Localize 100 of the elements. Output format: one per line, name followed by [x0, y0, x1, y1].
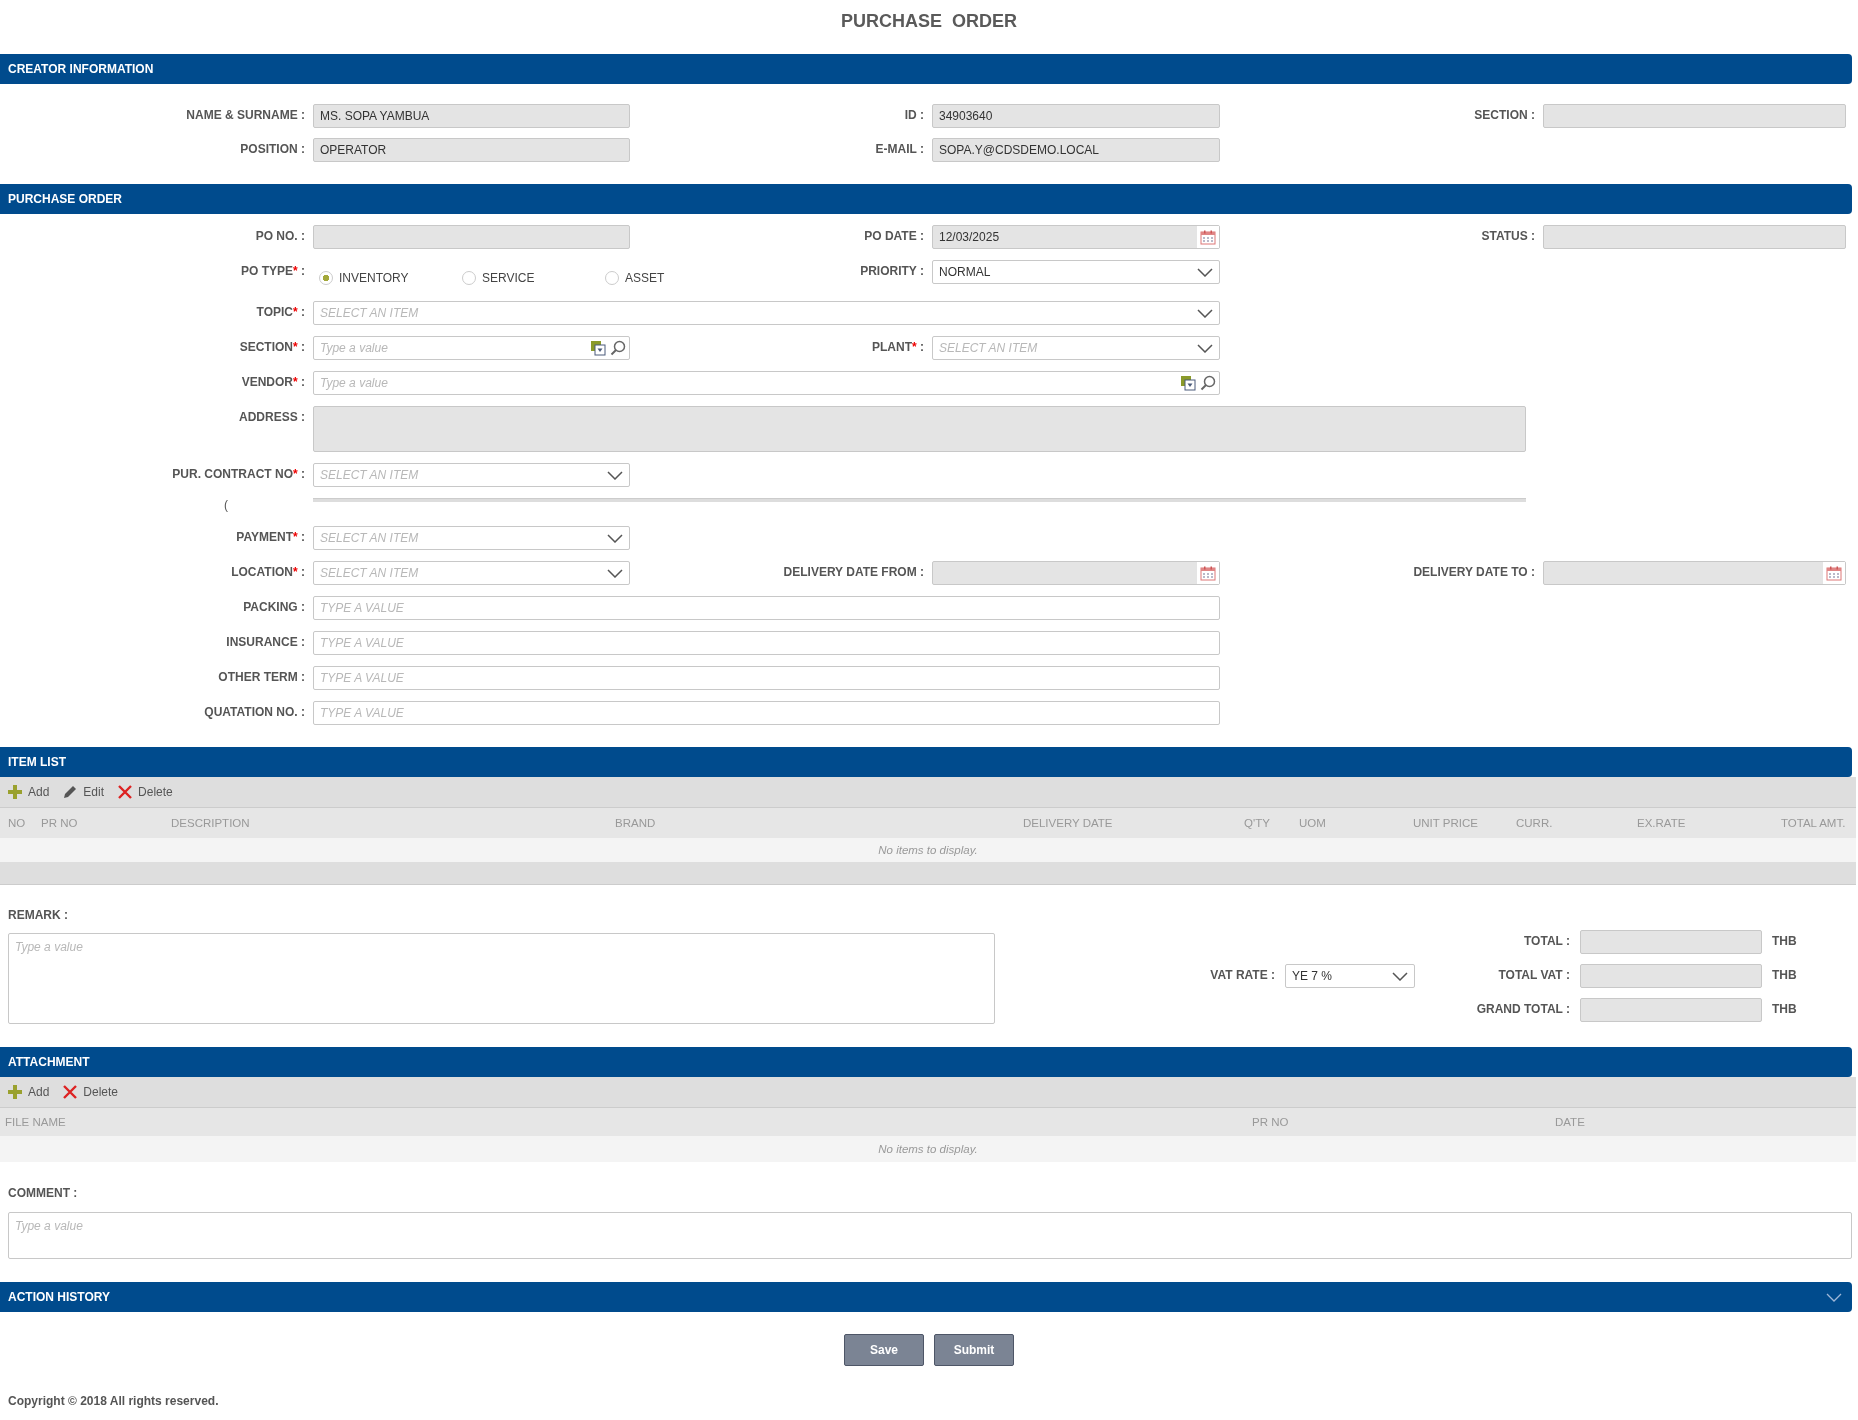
- amount-field[interactable]: [1580, 998, 1762, 1022]
- add-button[interactable]: Add: [6, 783, 56, 801]
- column-header: DELIVERY DATE: [1023, 817, 1114, 829]
- page-title: PURCHASE ORDER: [840, 10, 1018, 33]
- field-label: PO NO. :: [255, 228, 305, 245]
- bracket-glyph: (: [223, 498, 229, 514]
- section-header: ITEM LIST: [0, 747, 1852, 777]
- currency-label: THB: [1772, 933, 1797, 950]
- field-label: POSITION :: [240, 141, 305, 158]
- edit-button[interactable]: Edit: [61, 783, 111, 801]
- column-header: Q'TY: [1244, 817, 1271, 829]
- chevron-down-icon: [1197, 308, 1213, 318]
- text-input[interactable]: TYPE A VALUE: [313, 631, 1220, 655]
- date-field[interactable]: [932, 561, 1220, 585]
- empty-message: No items to display.: [878, 844, 978, 856]
- field-label: SECTION :: [1474, 107, 1535, 124]
- chevron-down-icon: [1392, 971, 1408, 981]
- field-label: PLANT* :: [872, 339, 924, 356]
- radio-button[interactable]: [605, 271, 619, 285]
- radio-button[interactable]: [319, 271, 333, 285]
- field-label: PO DATE :: [864, 228, 924, 245]
- field-label: E-MAIL :: [875, 141, 924, 158]
- field-label: LOCATION* :: [231, 564, 305, 581]
- address-field[interactable]: [313, 406, 1526, 452]
- field-label: ID :: [904, 107, 924, 124]
- text-field[interactable]: MS. SOPA YAMBUA: [313, 104, 630, 128]
- empty-message: No items to display.: [878, 1143, 978, 1155]
- column-header: BRAND: [615, 817, 657, 829]
- calendar-icon[interactable]: [1200, 229, 1216, 245]
- text-field[interactable]: [313, 225, 630, 249]
- text-field[interactable]: [1543, 225, 1846, 249]
- text-field[interactable]: SOPA.Y@CDSDEMO.LOCAL: [932, 138, 1220, 162]
- radio-option[interactable]: ASSET: [599, 265, 742, 285]
- field-label: VAT RATE :: [1210, 967, 1275, 984]
- lookup-field[interactable]: Type a value: [313, 336, 630, 360]
- cross-icon: [118, 785, 133, 799]
- field-label: PRIORITY :: [860, 263, 924, 280]
- section-title: ACTION HISTORY: [8, 1289, 110, 1306]
- text-input[interactable]: TYPE A VALUE: [313, 701, 1220, 725]
- section-header: PURCHASE ORDER: [0, 184, 1852, 214]
- add-button[interactable]: Add: [6, 1083, 56, 1101]
- calendar-icon[interactable]: [1200, 565, 1216, 581]
- text-input[interactable]: TYPE A VALUE: [313, 666, 1220, 690]
- column-header: DESCRIPTION: [171, 817, 251, 829]
- field-label: TOTAL :: [1524, 933, 1570, 950]
- section-header: CREATOR INFORMATION: [0, 54, 1852, 84]
- currency-label: THB: [1772, 1001, 1797, 1018]
- field-label: SECTION* :: [239, 339, 305, 356]
- column-header: EX.RATE: [1637, 817, 1687, 829]
- text-field[interactable]: [1543, 104, 1846, 128]
- radio-button[interactable]: [462, 271, 476, 285]
- field-label: PO TYPE* :: [240, 263, 305, 280]
- list-picker-icon[interactable]: [1180, 375, 1196, 391]
- amount-field[interactable]: [1580, 930, 1762, 954]
- pencil-icon: [63, 785, 78, 799]
- search-icon[interactable]: [1200, 375, 1216, 391]
- field-label: REMARK :: [8, 908, 69, 922]
- comment-field[interactable]: Type a value: [8, 1212, 1852, 1259]
- list-picker-icon[interactable]: [590, 340, 606, 356]
- lookup-field[interactable]: Type a value: [313, 371, 1220, 395]
- amount-field[interactable]: [1580, 964, 1762, 988]
- field-label: TOTAL VAT :: [1498, 967, 1570, 984]
- radio-option[interactable]: SERVICE: [456, 265, 599, 285]
- calendar-icon[interactable]: [1826, 565, 1842, 581]
- chevron-down-icon[interactable]: [1826, 1292, 1842, 1302]
- search-icon[interactable]: [610, 340, 626, 356]
- field-label: TOPIC* :: [256, 304, 305, 321]
- chevron-down-icon: [607, 568, 623, 578]
- field-label: COMMENT :: [8, 1186, 79, 1200]
- chevron-down-icon: [1197, 343, 1213, 353]
- field-label: DELIVERY DATE FROM :: [783, 564, 924, 581]
- copyright-text: Copyright © 2018 All rights reserved.: [7, 1393, 220, 1408]
- dropdown[interactable]: NORMAL: [932, 260, 1220, 284]
- delete-button[interactable]: Delete: [116, 783, 179, 801]
- text-field[interactable]: OPERATOR: [313, 138, 630, 162]
- form-button[interactable]: Submit: [934, 1334, 1014, 1366]
- field-label: ADDRESS :: [239, 409, 305, 426]
- field-label: GRAND TOTAL :: [1476, 1001, 1570, 1018]
- column-header: CURR.: [1516, 817, 1554, 829]
- column-header: TOTAL AMT.: [1781, 817, 1847, 829]
- field-label: NAME & SURNAME :: [186, 107, 305, 124]
- dropdown[interactable]: YE 7 %: [1285, 964, 1415, 988]
- text-input[interactable]: TYPE A VALUE: [313, 596, 1220, 620]
- column-header: DATE: [1555, 1116, 1586, 1128]
- date-field[interactable]: 12/03/2025: [932, 225, 1220, 249]
- date-field[interactable]: [1543, 561, 1846, 585]
- column-header: NO: [8, 817, 27, 829]
- text-field[interactable]: 34903640: [932, 104, 1220, 128]
- currency-label: THB: [1772, 967, 1797, 984]
- chevron-down-icon: [1197, 267, 1213, 277]
- column-header: PR NO: [1252, 1116, 1290, 1128]
- column-header: UOM: [1299, 817, 1327, 829]
- remark-field[interactable]: Type a value: [8, 933, 995, 1024]
- section-header: ATTACHMENT: [0, 1047, 1852, 1077]
- delete-button[interactable]: Delete: [61, 1083, 125, 1101]
- field-label: VENDOR* :: [241, 374, 305, 391]
- radio-option[interactable]: INVENTORY: [313, 265, 456, 285]
- field-label: PUR. CONTRACT NO* :: [172, 466, 305, 483]
- form-button[interactable]: Save: [844, 1334, 924, 1366]
- section-header[interactable]: ACTION HISTORY: [0, 1282, 1852, 1312]
